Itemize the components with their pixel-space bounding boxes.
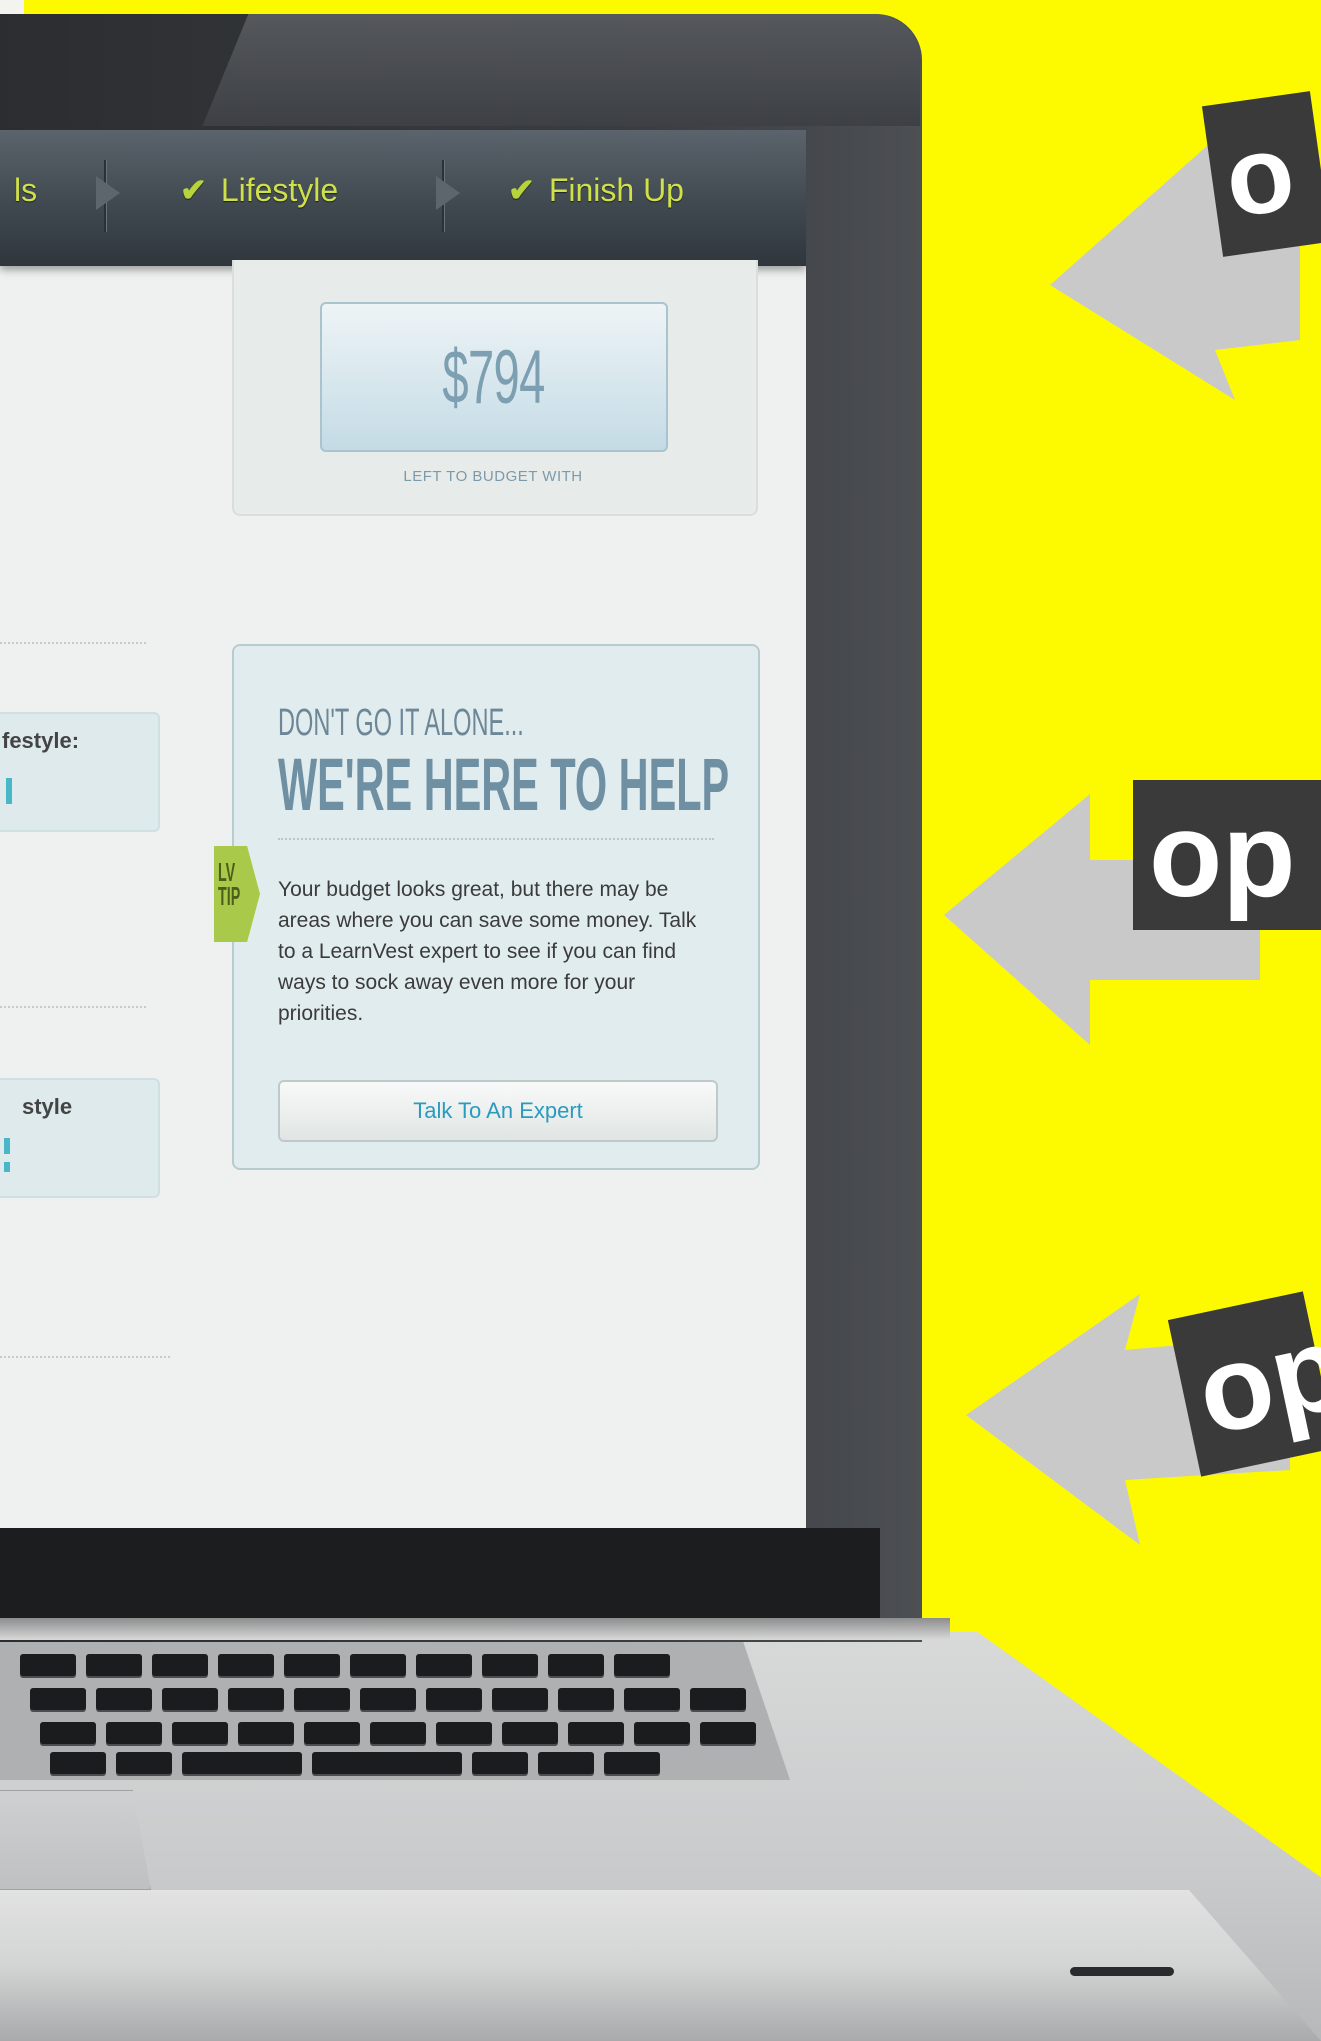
section-divider: [0, 642, 146, 644]
help-title: WE'RE HERE TO HELP: [278, 743, 730, 826]
help-divider: [278, 838, 714, 840]
nav-item-goals[interactable]: ls: [14, 168, 37, 212]
budget-amount-box: $794: [320, 302, 668, 452]
sign-middle: op: [1133, 780, 1321, 930]
nav-step-arrow-icon: [96, 176, 120, 210]
value-fragment: [4, 1162, 10, 1172]
nav-item-finish-up[interactable]: ✔ Finish Up: [508, 168, 684, 212]
keyboard: [0, 1640, 790, 1780]
nav-step-arrow-icon: [436, 176, 460, 210]
lifestyle-card-label: festyle:: [2, 728, 80, 753]
help-kicker: DON'T GO IT ALONE...: [278, 702, 524, 744]
check-icon: ✔: [508, 172, 535, 208]
check-icon: ✔: [180, 172, 207, 208]
laptop-slot: [1070, 1967, 1174, 1976]
section-divider: [0, 1006, 146, 1008]
nav-item-lifestyle-label: Lifestyle: [220, 171, 339, 208]
value-fragment: [4, 1138, 10, 1154]
lv-tip-text: LV TIP: [218, 857, 241, 911]
talk-to-expert-button[interactable]: Talk To An Expert: [278, 1080, 718, 1142]
nav-item-finish-up-label: Finish Up: [548, 171, 684, 208]
lv-tip-badge: LV TIP: [214, 846, 260, 942]
sign-top: o: [1201, 91, 1321, 257]
budget-amount: $794: [442, 334, 546, 420]
help-panel: DON'T GO IT ALONE... WE'RE HERE TO HELP …: [214, 644, 760, 1170]
lifestyle-card-2-label: style: [22, 1094, 73, 1119]
nav-item-goals-label: ls: [14, 171, 38, 208]
value-fragment: [6, 778, 12, 804]
screen-bottom-bezel: [0, 1528, 880, 1620]
progress-nav: ls ✔ Lifestyle ✔ Finish Up: [0, 130, 806, 266]
lifestyle-card: festyle:: [0, 712, 160, 832]
help-body-text: Your budget looks great, but there may b…: [278, 878, 697, 1025]
app-screen: ls ✔ Lifestyle ✔ Finish Up $794 LEFT TO …: [0, 130, 806, 1528]
laptop-front-edge: [0, 1890, 1321, 2041]
section-divider: [0, 1356, 170, 1358]
lifestyle-card-2: style: [0, 1078, 160, 1198]
nav-item-lifestyle[interactable]: ✔ Lifestyle: [180, 168, 338, 212]
budget-label: LEFT TO BUDGET WITH: [403, 468, 583, 485]
trackpad: [0, 1790, 151, 1890]
laptop-hinge: [0, 1618, 950, 1640]
